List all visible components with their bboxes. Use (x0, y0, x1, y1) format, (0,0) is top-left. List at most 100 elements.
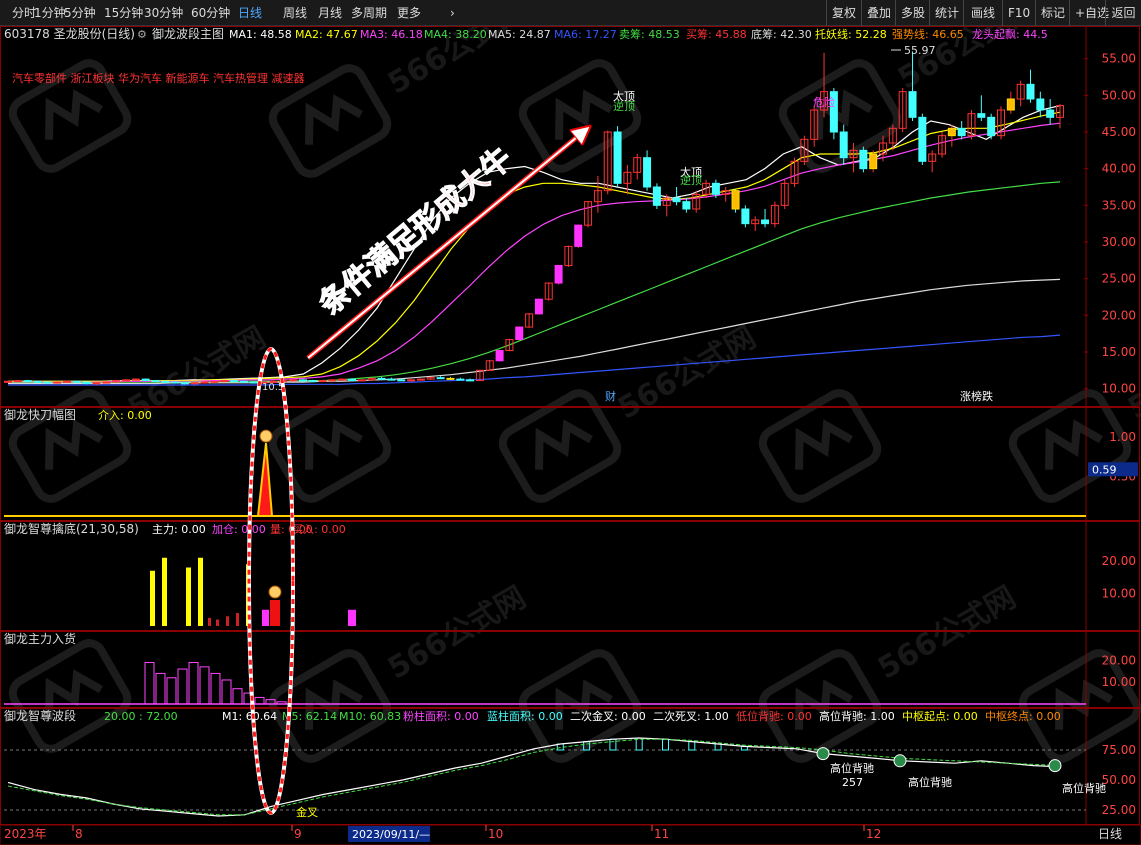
candlestick (180, 382, 189, 385)
y-tick-label: 1.00 (1109, 430, 1136, 444)
month-label: 9 (294, 827, 302, 841)
period-tab-10[interactable]: 更多 (397, 0, 421, 26)
month-label: 12 (866, 827, 881, 841)
signal-marker: 逆顶 (613, 99, 635, 113)
panel5-legend: 中枢起点: 0.00 (902, 709, 978, 723)
candlestick (534, 298, 543, 315)
y-tick-label: 20.00 (1102, 554, 1136, 568)
signal-dot (1048, 759, 1062, 773)
legend-item: MA1: 48.58 (229, 28, 292, 41)
panel5-label: 高位背驰 (830, 761, 874, 775)
legend-item: MA4: 38.20 (424, 28, 487, 41)
period-tab-9[interactable]: 多周期 (351, 0, 387, 26)
legend-item: 龙头起飘: 44.5 (972, 28, 1048, 41)
y-tick-label: 10.00 (1102, 382, 1136, 396)
y-tick-label: 20.00 (1102, 653, 1136, 667)
candlestick (357, 379, 366, 382)
current-value: 0.59 (1092, 463, 1117, 476)
panel5-legend: M1: 60.64 (222, 710, 277, 723)
toolbar-button-1[interactable]: 叠加 (861, 0, 895, 26)
legend-item: MA2: 47.67 (295, 28, 358, 41)
candlestick (859, 146, 868, 173)
bar (208, 617, 211, 626)
legend-item: MA5: 24.87 (488, 28, 551, 41)
period-label[interactable]: 日线 (1098, 827, 1122, 841)
candlestick (554, 264, 563, 285)
candlestick (131, 378, 140, 381)
candlestick (318, 379, 327, 383)
signal-marker: 逆顶 (680, 173, 702, 187)
candlestick (210, 380, 219, 383)
candlestick (731, 189, 740, 213)
panel5-label: 金叉 (296, 805, 318, 819)
panel3-legend: 主力: 0.00 (152, 523, 206, 536)
signal-marker: 危险 (813, 95, 835, 109)
candlestick (515, 326, 524, 341)
bar (226, 616, 229, 626)
candlestick (33, 380, 42, 383)
cursor-date: 2023/09/11/— (352, 828, 430, 841)
legend-item: 卖筹: 48.53 (619, 27, 680, 41)
candlestick (987, 113, 996, 140)
money-bag-icon (259, 429, 273, 443)
candlestick (13, 379, 22, 383)
more-chevron-icon[interactable]: › (450, 0, 455, 26)
bar (150, 570, 155, 626)
panel2-title: 御龙快刀幅图 (4, 407, 76, 422)
candlestick (4, 380, 12, 383)
period-tab-2[interactable]: 5分钟 (64, 0, 96, 26)
toolbar-button-0[interactable]: 复权 (826, 0, 861, 26)
period-tab-1[interactable]: 1分钟 (34, 0, 66, 26)
panel3-legend: 买入: 0.00 (292, 523, 346, 536)
panel5-params: 20.00 : 72.00 (104, 710, 178, 723)
panel5-legend: 二次金叉: 0.00 (570, 709, 646, 723)
panel5-legend: 二次死叉: 1.00 (653, 709, 729, 723)
candlestick (289, 379, 298, 382)
toolbar-button-5[interactable]: F10 (1002, 0, 1035, 26)
toolbar-button-2[interactable]: 多股 (895, 0, 929, 26)
candlestick (200, 381, 209, 384)
candlestick (43, 381, 52, 384)
period-tab-4[interactable]: 30分钟 (144, 0, 183, 26)
bar (348, 609, 356, 626)
y-tick-label: 50.00 (1102, 773, 1136, 787)
legend-item: 托妖线: 52.28 (815, 27, 887, 41)
period-tab-6[interactable]: 日线 (238, 0, 262, 26)
timeline-bg (0, 824, 1141, 845)
period-tab-0[interactable]: 分时 (12, 0, 36, 26)
y-tick-label: 55.00 (1102, 52, 1136, 66)
period-tab-7[interactable]: 周线 (283, 0, 307, 26)
panel5-legend: 低位背驰: 0.00 (736, 709, 812, 723)
candlestick (652, 183, 661, 209)
toolbar-button-6[interactable]: 标记 (1035, 0, 1069, 26)
candlestick (407, 379, 416, 382)
bar (216, 619, 219, 626)
timeline-bar[interactable]: 2023年 8 9 10 11 12 2023/09/11/— 日线 (0, 824, 1141, 845)
candlestick (171, 381, 180, 384)
candlestick (348, 378, 357, 382)
period-tab-8[interactable]: 月线 (318, 0, 342, 26)
candlestick (574, 224, 583, 248)
period-toolbar: 分时 1分钟 5分钟 15分钟 30分钟 60分钟 日线 周线 月线 多周期 更多 › 复权 叠加 多股 统计… (0, 0, 1141, 26)
toolbar-button-3[interactable]: 统计 (929, 0, 963, 26)
panel2-legend: 介入: 0.00 (98, 409, 152, 422)
candlestick (298, 379, 307, 382)
candlestick (741, 205, 750, 228)
toolbar-button-4[interactable]: 画线 (963, 0, 1002, 26)
signal-marker: 涨榜跌 (960, 389, 993, 403)
settings-gear-icon[interactable]: ⚙ (137, 28, 147, 41)
period-tab-3[interactable]: 15分钟 (104, 0, 143, 26)
period-tab-5[interactable]: 60分钟 (191, 0, 230, 26)
candlestick (23, 379, 32, 383)
toolbar-button-8[interactable]: 返回 (1105, 0, 1141, 26)
legend-item: 底筹: 42.30 (751, 27, 812, 41)
indicator-name: 御龙波段主图 (152, 26, 224, 41)
stock-title: 603178 圣龙股份(日线) (4, 27, 135, 41)
y-tick-label: 50.00 (1102, 88, 1136, 102)
panel5-label: 高位背驰 (908, 775, 952, 789)
candlestick (416, 378, 425, 381)
y-tick-label: 15.00 (1102, 345, 1136, 359)
candlestick (102, 381, 111, 384)
legend-item: MA6: 17.27 (554, 28, 617, 41)
toolbar-button-7[interactable]: +自选 (1069, 0, 1109, 26)
